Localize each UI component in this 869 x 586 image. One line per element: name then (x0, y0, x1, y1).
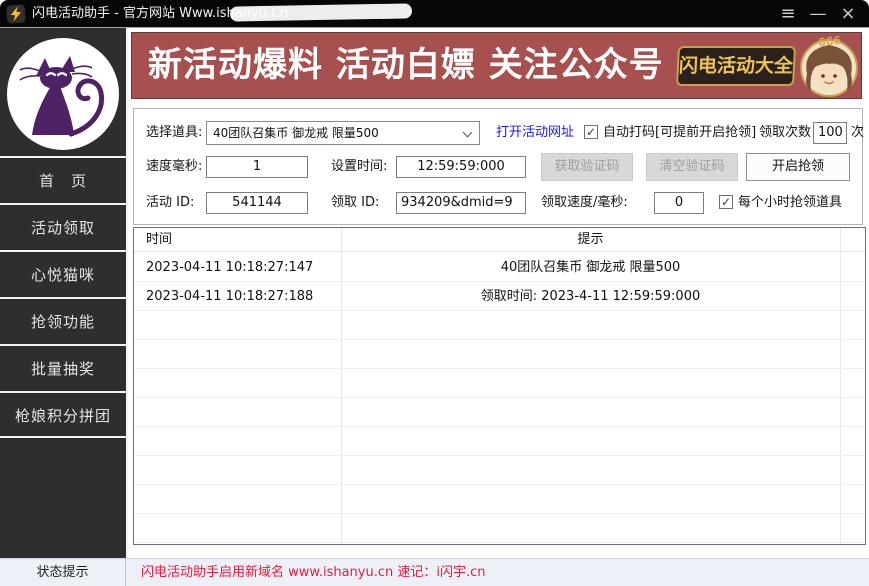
status-bar: 状态提示 闪电活动助手启用新域名 www.ishanyu.cn 速记：i闪宇.c… (0, 558, 869, 586)
claim-times-input[interactable]: 100 (813, 122, 847, 144)
table-row[interactable]: 2023-04-11 10:18:27:188 领取时间: 2023-4-11 … (134, 282, 865, 311)
redaction-smudge (230, 3, 412, 21)
activity-id-input[interactable]: 541144 (206, 192, 308, 214)
banner-headline: 新活动爆料 活动白嫖 关注公众号 (148, 33, 664, 98)
hourly-grab-label: 每个小时抢领道具 (738, 191, 842, 215)
start-grab-button[interactable]: 开启抢领 (746, 153, 850, 181)
menu-icon[interactable]: ≡ (775, 0, 801, 28)
sidebar: 首 页 活动领取 心悦猫咪 抢领功能 批量抽奖 枪娘积分拼团 (0, 28, 128, 558)
banner-badge: 闪电活动大全 (676, 46, 796, 86)
claim-speed-label: 领取速度/毫秒: (541, 191, 628, 215)
sidebar-item-batch-lottery[interactable]: 批量抽奖 (0, 344, 126, 391)
clear-captcha-button[interactable]: 清空验证码 (646, 153, 738, 181)
claim-speed-input[interactable]: 0 (654, 192, 704, 214)
hourly-grab-checkbox[interactable]: ✓ (719, 195, 733, 209)
chevron-down-icon (463, 128, 473, 138)
activity-id-label: 活动 ID: (146, 191, 194, 215)
cat-logo (7, 38, 119, 150)
badge-666-text: 666 (818, 34, 843, 49)
promo-banner[interactable]: 新活动爆料 活动白嫖 关注公众号 闪电活动大全 666 (131, 32, 862, 99)
cell-time: 2023-04-11 10:18:27:188 (146, 282, 313, 311)
claim-times-unit: 次 (851, 121, 864, 145)
sidebar-item-grab-function[interactable]: 抢领功能 (0, 297, 126, 344)
cell-message: 领取时间: 2023-4-11 12:59:59:000 (341, 282, 840, 311)
main-content: 新活动爆料 活动白嫖 关注公众号 闪电活动大全 666 选择道具: (128, 28, 869, 558)
claim-id-input[interactable]: 934209&dmid=9 (396, 192, 526, 214)
minimize-icon[interactable]: — (805, 0, 831, 28)
mascot-avatar: 666 (797, 34, 861, 98)
cell-time: 2023-04-11 10:18:27:147 (146, 253, 313, 282)
empty-rows-area (134, 311, 865, 544)
sidebar-menu: 首 页 活动领取 心悦猫咪 抢领功能 批量抽奖 枪娘积分拼团 (0, 156, 126, 438)
app-window: 闪电活动助手 - 官方网站 Www.ishanyu.Cn ≡ — × (0, 0, 869, 586)
set-time-label: 设置时间: (331, 155, 387, 179)
sidebar-item-home[interactable]: 首 页 (0, 156, 126, 203)
select-item-label: 选择道具: (146, 121, 202, 145)
status-message: 闪电活动助手启用新域名 www.ishanyu.cn 速记：i闪宇.cn (141, 559, 486, 586)
sidebar-item-xinyue-cat[interactable]: 心悦猫咪 (0, 250, 126, 297)
speed-ms-input[interactable]: 1 (206, 156, 308, 178)
get-captcha-button[interactable]: 获取验证码 (541, 153, 633, 181)
auto-code-checkbox[interactable]: ✓ (584, 125, 598, 139)
lightning-logo-icon (6, 4, 26, 24)
sidebar-item-activity-claim[interactable]: 活动领取 (0, 203, 126, 250)
log-table: 时间 提示 2023-04-11 10:18:27:147 40团队召集币 御龙… (133, 227, 866, 545)
header-time: 时间 (146, 228, 172, 252)
table-header: 时间 提示 (134, 228, 865, 252)
item-select[interactable]: 40团队召集币 御龙戒 限量500 (206, 121, 480, 145)
auto-code-label: 自动打码[可提前开启抢领] (603, 121, 756, 145)
set-time-input[interactable]: 12:59:59:000 (396, 156, 526, 178)
status-label: 状态提示 (0, 559, 126, 586)
control-panel: 选择道具: 40团队召集币 御龙戒 限量500 打开活动网址 ✓ 自动打码[可提… (133, 108, 863, 225)
table-row[interactable]: 2023-04-11 10:18:27:147 40团队召集币 御龙戒 限量50… (134, 253, 865, 282)
title-bar: 闪电活动助手 - 官方网站 Www.ishanyu.Cn ≡ — × (0, 0, 869, 28)
close-icon[interactable]: × (835, 0, 861, 28)
header-message: 提示 (341, 228, 840, 252)
speed-ms-label: 速度毫秒: (146, 155, 202, 179)
item-select-value: 40团队召集币 御龙戒 限量500 (213, 126, 379, 140)
sidebar-item-points-group[interactable]: 枪娘积分拼团 (0, 391, 126, 438)
claim-times-label: 领取次数 (759, 121, 811, 145)
open-activity-url-link[interactable]: 打开活动网址 (496, 121, 574, 145)
claim-id-label: 领取 ID: (331, 191, 379, 215)
cell-message: 40团队召集币 御龙戒 限量500 (341, 253, 840, 282)
